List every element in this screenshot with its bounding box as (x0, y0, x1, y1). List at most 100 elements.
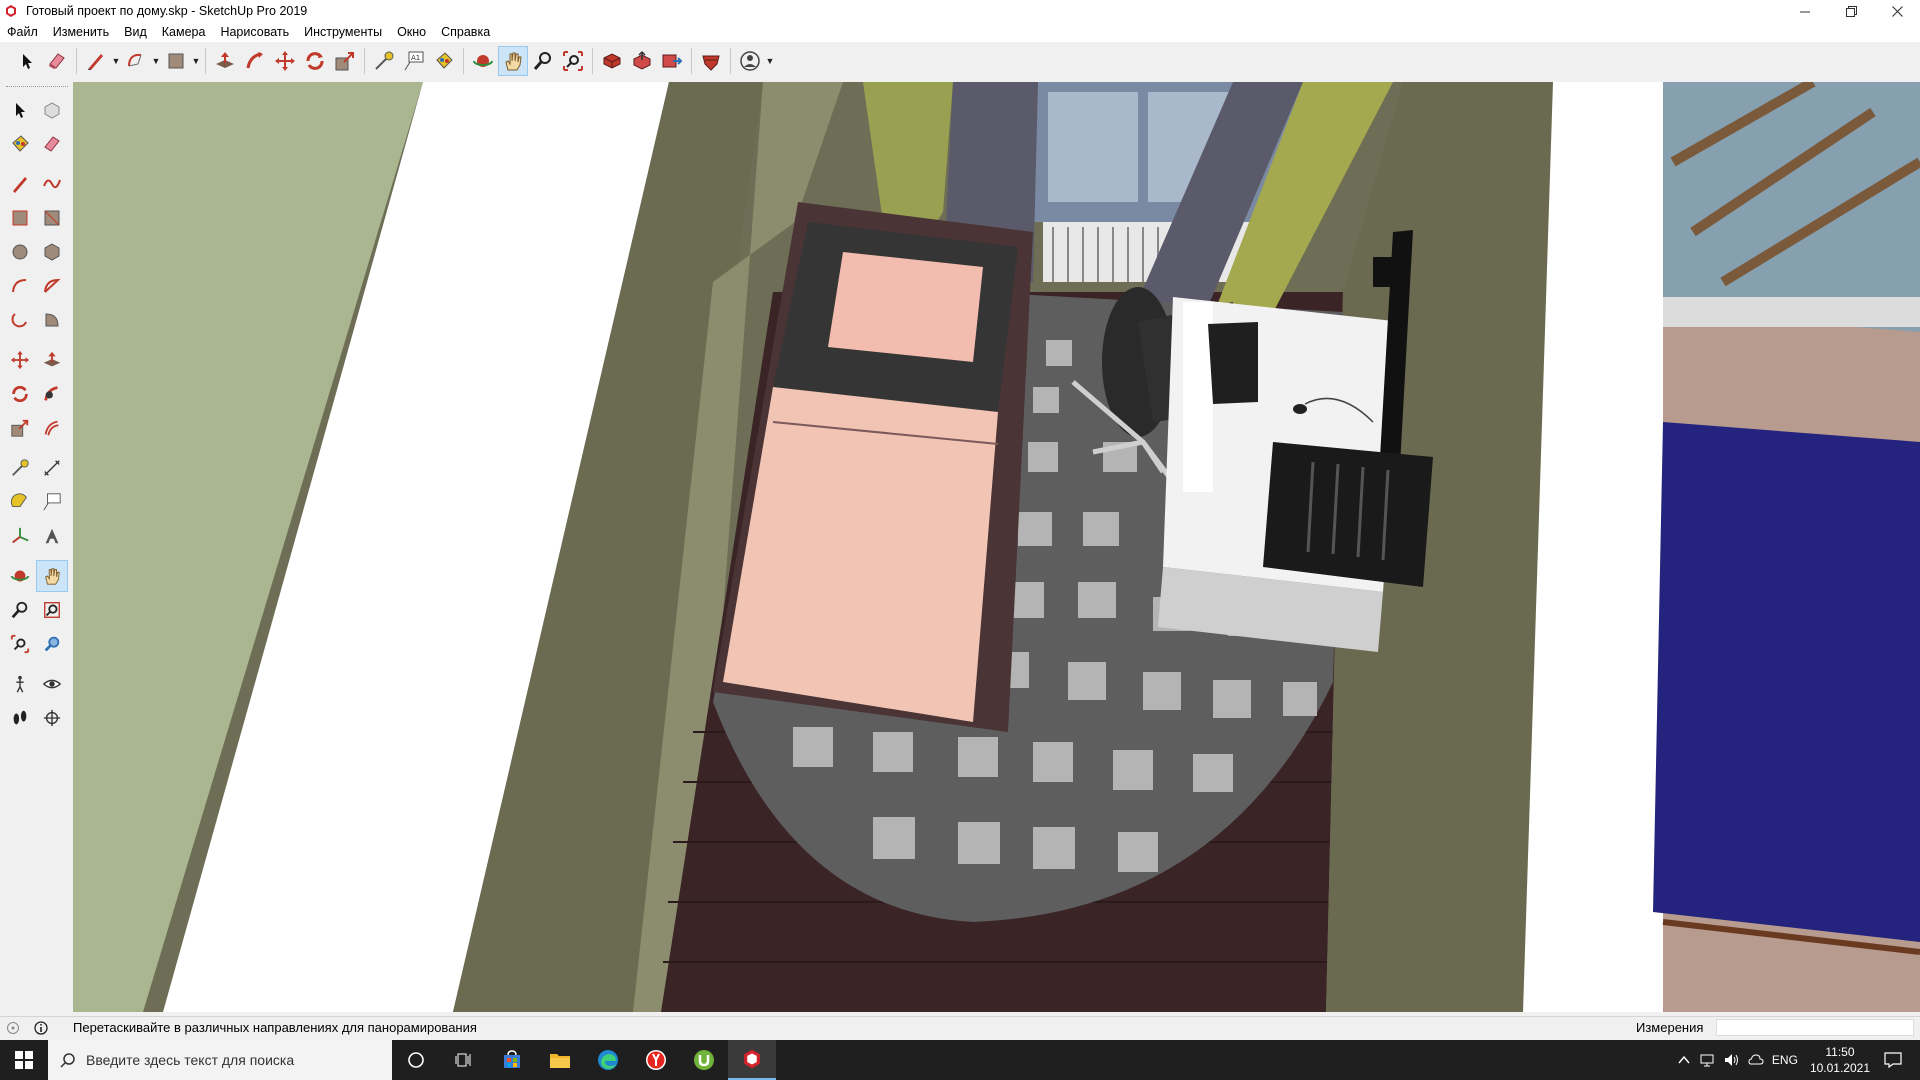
menu-window[interactable]: Окно (390, 25, 434, 39)
palette-scale-button[interactable] (4, 412, 36, 444)
palette-zoom-window-button[interactable] (36, 594, 68, 626)
push-pull-tool-button[interactable] (210, 46, 240, 76)
menu-file[interactable]: Файл (0, 25, 46, 39)
palette-grip[interactable] (6, 86, 68, 89)
geo-location-icon[interactable] (6, 1021, 20, 1035)
measurements-input[interactable] (1716, 1019, 1914, 1036)
palette-tape-measure-button[interactable] (4, 452, 36, 484)
input-language[interactable]: ENG (1772, 1053, 1798, 1067)
chevron-up-icon[interactable] (1678, 1055, 1690, 1065)
taskbar-store[interactable] (488, 1040, 536, 1080)
palette-axes-button[interactable] (4, 520, 36, 552)
weather-cloud-icon[interactable] (1748, 1053, 1764, 1067)
palette-circle-button[interactable] (4, 236, 36, 268)
rectangle-tool-button[interactable] (161, 46, 191, 76)
zoom-extents-tool-button[interactable] (558, 46, 588, 76)
arc-tool-button[interactable] (121, 46, 151, 76)
search-placeholder: Введите здесь текст для поиска (86, 1052, 295, 1068)
menu-draw[interactable]: Нарисовать (213, 25, 297, 39)
model-viewport[interactable] (73, 82, 1920, 1012)
taskbar-yandex-browser[interactable] (632, 1040, 680, 1080)
palette-protractor-button[interactable] (4, 486, 36, 518)
cortana-button[interactable] (392, 1040, 440, 1080)
palette-previous-view-button[interactable] (36, 628, 68, 660)
palette-text-button[interactable] (36, 486, 68, 518)
palette-zoom-extents-button[interactable] (4, 628, 36, 660)
palette-rotate-button[interactable] (4, 378, 36, 410)
system-clock[interactable]: 11:50 10.01.2021 (1810, 1044, 1870, 1076)
utorrent-icon (694, 1050, 714, 1070)
palette-rotated-rectangle-button[interactable] (36, 202, 68, 234)
select-arrow-icon (23, 54, 32, 69)
menu-help[interactable]: Справка (434, 25, 498, 39)
paint-bucket-tool-button[interactable] (429, 46, 459, 76)
minimize-button[interactable] (1782, 0, 1828, 22)
line-dropdown-icon[interactable]: ▼ (111, 56, 121, 66)
tape-measure-tool-button[interactable] (369, 46, 399, 76)
3d-warehouse-button[interactable] (597, 46, 627, 76)
palette-component-button[interactable] (36, 94, 68, 126)
palette-eraser-button[interactable] (36, 128, 68, 160)
palette-3d-text-button[interactable] (36, 520, 68, 552)
palette-move-button[interactable] (4, 344, 36, 376)
follow-me-tool-button[interactable] (240, 46, 270, 76)
palette-orbit-button[interactable] (4, 560, 36, 592)
palette-arc-button[interactable] (4, 270, 36, 302)
send-to-layout-button[interactable] (657, 46, 687, 76)
shape-dropdown-icon[interactable]: ▼ (191, 56, 201, 66)
menu-tools[interactable]: Инструменты (297, 25, 390, 39)
palette-zoom-button[interactable] (4, 594, 36, 626)
palette-pan-button[interactable] (36, 560, 68, 592)
extension-warehouse-button[interactable] (696, 46, 726, 76)
volume-icon[interactable] (1724, 1053, 1740, 1067)
palette-follow-me-button[interactable] (36, 378, 68, 410)
menu-view[interactable]: Вид (117, 25, 155, 39)
palette-walk-button[interactable] (4, 702, 36, 734)
palette-look-around-button[interactable] (36, 668, 68, 700)
palette-3point-arc-button[interactable] (4, 304, 36, 336)
eraser-tool-button[interactable] (42, 46, 72, 76)
taskbar-utorrent[interactable] (680, 1040, 728, 1080)
palette-offset-button[interactable] (36, 412, 68, 444)
arc-dropdown-icon[interactable]: ▼ (151, 56, 161, 66)
zoom-tool-button[interactable] (528, 46, 558, 76)
start-button[interactable] (0, 1040, 48, 1080)
palette-line-button[interactable] (4, 168, 36, 200)
notifications-icon[interactable] (1884, 1052, 1902, 1068)
palette-section-plane-button[interactable] (36, 702, 68, 734)
rotate-tool-button[interactable] (300, 46, 330, 76)
taskbar-sketchup[interactable] (728, 1040, 776, 1080)
network-icon[interactable] (1700, 1053, 1716, 1067)
text-tool-button[interactable]: A1 (399, 46, 429, 76)
orbit-tool-button[interactable] (468, 46, 498, 76)
palette-dimension-button[interactable] (36, 452, 68, 484)
taskbar-file-explorer[interactable] (536, 1040, 584, 1080)
menu-camera[interactable]: Камера (155, 25, 214, 39)
pan-tool-button[interactable] (498, 46, 528, 76)
menu-edit[interactable]: Изменить (46, 25, 117, 39)
palette-freehand-button[interactable] (36, 168, 68, 200)
palette-position-camera-button[interactable] (4, 668, 36, 700)
taskbar-edge[interactable] (584, 1040, 632, 1080)
scale-tool-button[interactable] (330, 46, 360, 76)
status-bar: Перетаскивайте в различных направлениях … (0, 1016, 1920, 1038)
move-tool-button[interactable] (270, 46, 300, 76)
restore-button[interactable] (1828, 0, 1874, 22)
palette-select-button[interactable] (4, 94, 36, 126)
task-view-button[interactable] (440, 1040, 488, 1080)
sketchup-logo-icon (6, 5, 16, 17)
profile-dropdown-icon[interactable]: ▼ (765, 56, 775, 66)
palette-rectangle-button[interactable] (4, 202, 36, 234)
taskbar-search-box[interactable]: Введите здесь текст для поиска (48, 1040, 392, 1080)
palette-push-pull-button[interactable] (36, 344, 68, 376)
line-tool-button[interactable] (81, 46, 111, 76)
share-model-button[interactable] (627, 46, 657, 76)
close-button[interactable] (1874, 0, 1920, 22)
palette-polygon-button[interactable] (36, 236, 68, 268)
profile-button[interactable] (735, 46, 765, 76)
info-icon[interactable] (34, 1021, 48, 1035)
select-tool-button[interactable] (12, 46, 42, 76)
palette-2point-arc-button[interactable] (36, 270, 68, 302)
palette-pie-button[interactable] (36, 304, 68, 336)
palette-paint-button[interactable] (4, 128, 36, 160)
